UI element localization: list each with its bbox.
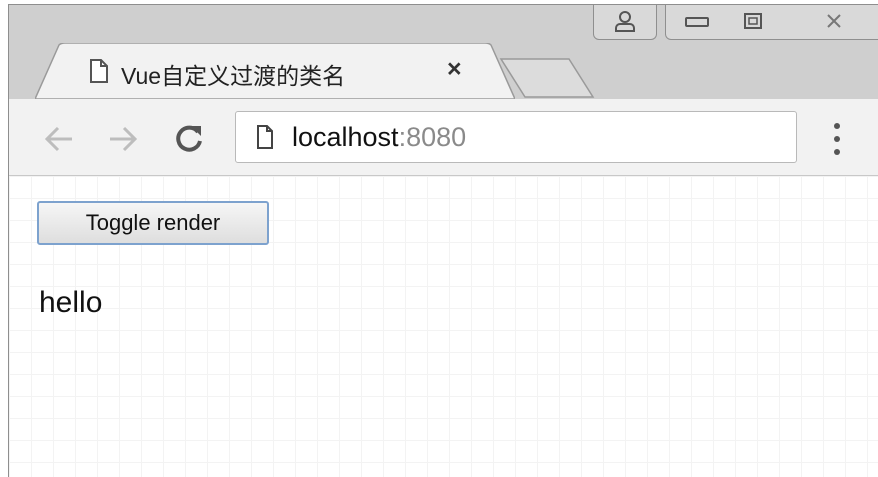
back-arrow-icon xyxy=(44,126,72,152)
menu-dot-icon xyxy=(834,123,840,129)
minimize-icon xyxy=(685,17,709,27)
user-icon xyxy=(615,11,635,32)
toggle-render-button[interactable]: Toggle render xyxy=(37,201,269,245)
maximize-icon xyxy=(744,13,762,29)
browser-window: Vue自定义过渡的类名 × localhost:8080 Toggle rend… xyxy=(8,4,878,477)
page-info-icon xyxy=(257,125,273,149)
user-profile-button[interactable] xyxy=(593,5,657,40)
tab-title: Vue自定义过渡的类名 xyxy=(121,63,346,89)
reload-button[interactable] xyxy=(169,119,209,159)
browser-menu-button[interactable] xyxy=(829,123,845,155)
active-tab[interactable]: Vue自定义过渡的类名 × xyxy=(35,43,515,99)
page-content: Toggle render hello xyxy=(9,176,878,477)
back-button[interactable] xyxy=(39,119,79,159)
url-port: :8080 xyxy=(398,122,467,152)
page-icon xyxy=(90,59,108,83)
url-text: localhost:8080 xyxy=(292,122,466,153)
browser-toolbar: localhost:8080 xyxy=(9,99,878,176)
forward-button[interactable] xyxy=(103,119,143,159)
forward-arrow-icon xyxy=(110,126,138,152)
close-icon xyxy=(827,14,841,28)
url-host: localhost xyxy=(292,122,399,152)
tab-close-button[interactable]: × xyxy=(447,55,462,84)
address-bar[interactable]: localhost:8080 xyxy=(235,111,797,163)
minimize-button[interactable] xyxy=(665,5,729,40)
menu-dot-icon xyxy=(834,136,840,142)
menu-dot-icon xyxy=(834,149,840,155)
maximize-button[interactable] xyxy=(727,5,780,40)
reload-icon xyxy=(176,125,202,152)
close-window-button[interactable] xyxy=(779,5,878,40)
new-tab-button[interactable] xyxy=(497,57,597,99)
title-bar: Vue自定义过渡的类名 × xyxy=(9,5,878,99)
hello-text: hello xyxy=(39,286,103,319)
